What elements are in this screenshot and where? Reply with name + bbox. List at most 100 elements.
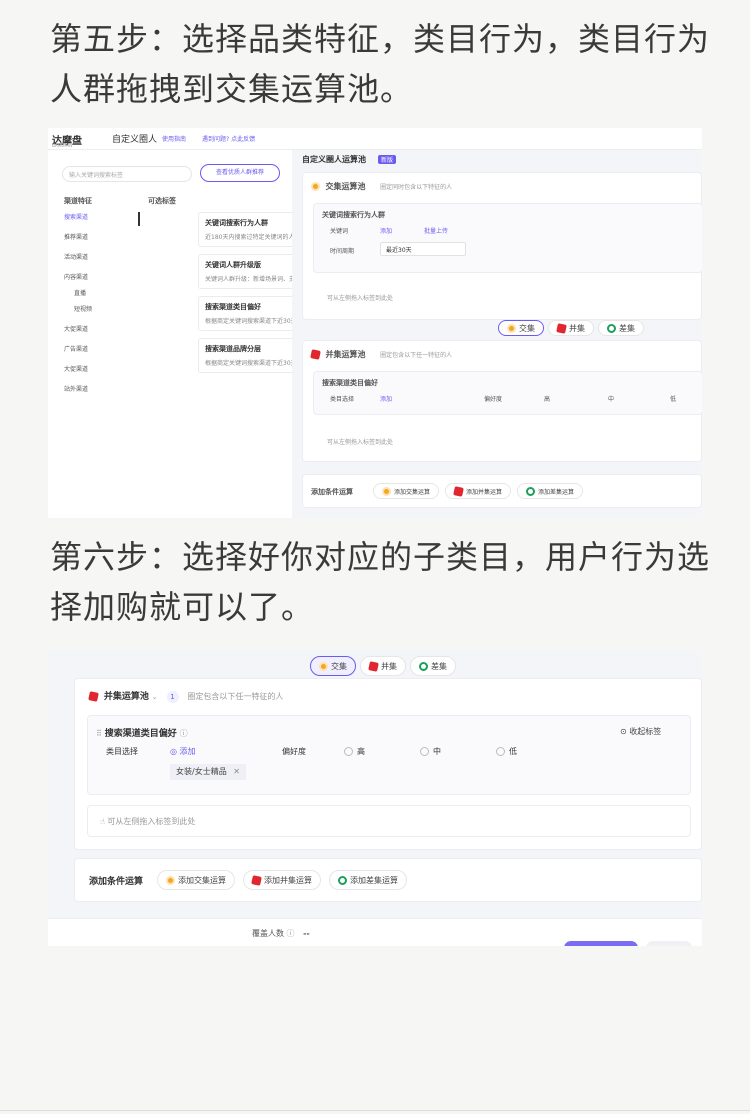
- channel-item[interactable]: 大促渠道: [64, 324, 88, 333]
- add-intersect-button[interactable]: 添加交集运算: [373, 483, 440, 499]
- nav-help-link[interactable]: 使用指南: [162, 134, 186, 143]
- op-tabs: 交集 并集 差集: [498, 320, 644, 338]
- help-icon[interactable]: ⓘ: [180, 729, 188, 738]
- category-label: 类目选择: [330, 396, 355, 403]
- channel-item[interactable]: 直播: [74, 288, 86, 297]
- category-chip-label: 女装/女士精品: [176, 767, 227, 776]
- preference-label: 偏好度: [282, 747, 306, 756]
- nav-title: 自定义圈人: [112, 135, 158, 145]
- secondary-button[interactable]: [646, 941, 692, 946]
- add-condition-label: 添加条件运算: [89, 877, 144, 887]
- help-icon[interactable]: ⓘ: [287, 929, 295, 938]
- preference-low: 低: [509, 747, 517, 756]
- preference-high: 高: [357, 747, 365, 756]
- preference-high[interactable]: 高: [544, 394, 550, 403]
- footer-bar: 覆盖人数 ⓘ --: [48, 918, 702, 946]
- union-pool-hint: 圈定包含以下任一特征的人: [187, 692, 284, 701]
- channel-item[interactable]: 广告渠道: [64, 344, 88, 353]
- add-circle-icon[interactable]: ◎: [170, 747, 177, 756]
- tab-union[interactable]: 并集: [548, 320, 594, 336]
- collapse-icon[interactable]: ⊙: [620, 727, 627, 736]
- add-union-button[interactable]: 添加并集运算: [243, 870, 321, 890]
- drop-zone[interactable]: ☝ 可从左侧拖入标签到此处: [87, 805, 691, 837]
- intersect-pool: 交集运算池 圈定同时包含以下特征的人 关键词搜索行为人群 关键词 添加 批量上传…: [302, 172, 702, 320]
- drag-icon: ☝: [100, 817, 105, 826]
- union-pool-title: 并集运算池: [325, 350, 366, 359]
- intersect-pool-title: 交集运算池: [325, 182, 366, 191]
- drag-hint: 可从左侧拖入标签到此处: [107, 817, 196, 826]
- step5-heading: 第五步：选择品类特征，类目行为，类目行为人群拖拽到交集运算池。: [50, 20, 711, 108]
- union-pool: 并集运算池 圈定包含以下任一特征的人 搜索渠道类目偏好 类目选择 添加 偏好度 …: [302, 340, 702, 462]
- preference-mid: 中: [433, 747, 441, 756]
- channel-item[interactable]: 内容渠道: [64, 272, 88, 281]
- keyword-tag-title: 关键词搜索行为人群: [322, 211, 385, 219]
- op-tabs-2: 交集 并集 差集: [310, 656, 456, 676]
- tab-intersect[interactable]: 交集: [498, 320, 544, 336]
- top-nav: 达摩盘 DAMOPAN 自定义圈人 使用指南 遇到问题? 点此反馈: [48, 128, 702, 150]
- channel-item[interactable]: 推荐渠道: [64, 232, 88, 241]
- union-pool-title: 并集运算池: [103, 692, 149, 702]
- nav-feedback-link[interactable]: 遇到问题? 点此反馈: [202, 134, 255, 143]
- preference-low[interactable]: 低: [670, 394, 676, 403]
- tab-difference[interactable]: 差集: [598, 320, 644, 336]
- radio-mid[interactable]: [420, 747, 429, 756]
- keyword-label: 关键词: [330, 228, 349, 235]
- add-condition-bar: 添加条件运算 添加交集运算 添加并集运算 添加差集运算: [302, 474, 702, 508]
- category-chip[interactable]: 女装/女士精品 ✕: [170, 764, 246, 780]
- step6-heading: 第六步：选择好你对应的子类目，用户行为选择加购就可以了。: [50, 538, 711, 626]
- union-count-badge: 1: [166, 691, 179, 703]
- add-difference-button[interactable]: 添加差集运算: [329, 870, 407, 890]
- union-icon: [310, 349, 321, 360]
- channel-divider: [138, 212, 140, 226]
- channel-col-title: 渠道特征: [64, 197, 92, 205]
- chevron-down-icon[interactable]: ⌄: [152, 693, 158, 701]
- keyword-upload-button[interactable]: 批量上传: [424, 226, 448, 235]
- category-tag-title: 搜索渠道类目偏好: [104, 729, 177, 739]
- add-intersect-button[interactable]: 添加交集运算: [157, 870, 235, 890]
- drag-handle-icon[interactable]: ⠿: [96, 729, 102, 738]
- keyword-add-button[interactable]: 添加: [380, 226, 392, 235]
- tab-difference[interactable]: 差集: [410, 656, 456, 676]
- tab-union[interactable]: 并集: [360, 656, 406, 676]
- bottom-divider: [0, 1110, 750, 1111]
- tab-intersect[interactable]: 交集: [310, 656, 356, 676]
- preference-label: 偏好度: [484, 396, 503, 403]
- intersect-icon: [311, 182, 320, 191]
- channel-item[interactable]: 搜索渠道: [64, 212, 88, 221]
- union-pool: 并集运算池 ⌄ 1 圈定包含以下任一特征的人 ⠿ 搜索渠道类目偏好 ⓘ ⊙ 收起…: [74, 678, 702, 850]
- channel-item[interactable]: 活动渠道: [64, 252, 88, 261]
- union-icon: [88, 691, 99, 702]
- union-pool-hint: 圈定包含以下任一特征的人: [380, 352, 453, 359]
- screenshot-intersect-pool: 达摩盘 DAMOPAN 自定义圈人 使用指南 遇到问题? 点此反馈 输入关键词搜…: [48, 128, 702, 518]
- collapse-button[interactable]: 收起标签: [629, 727, 661, 736]
- preference-mid[interactable]: 中: [608, 394, 614, 403]
- tag-col-title: 可选标签: [148, 197, 176, 205]
- category-label: 类目选择: [106, 747, 138, 756]
- radio-high[interactable]: [344, 747, 353, 756]
- time-label: 时间周期: [330, 248, 355, 255]
- add-condition-bar: 添加条件运算 添加交集运算 添加并集运算 添加差集运算: [74, 858, 702, 902]
- add-condition-label: 添加条件运算: [311, 488, 353, 496]
- channel-item[interactable]: 大促渠道: [64, 364, 88, 373]
- radio-low[interactable]: [496, 747, 505, 756]
- channel-item[interactable]: 站外渠道: [64, 384, 88, 393]
- category-tag-title: 搜索渠道类目偏好: [322, 379, 378, 387]
- recommend-button[interactable]: 查看优质人群推荐: [200, 164, 280, 182]
- time-select[interactable]: 最近30天: [380, 242, 466, 256]
- pool-title: 自定义圈人运算池: [302, 155, 366, 164]
- add-union-button[interactable]: 添加并集运算: [445, 483, 512, 499]
- drag-hint: 可从左侧拖入标签到此处: [327, 295, 394, 302]
- intersect-pool-hint: 圈定同时包含以下特征的人: [380, 184, 453, 191]
- logo-sub: DAMOPAN: [52, 143, 73, 148]
- screenshot-union-pool: 交集 并集 差集 并集运算池 ⌄ 1 圈定包含以下任一特征的人 ⠿ 搜索渠道类目…: [48, 650, 702, 946]
- pool-badge: 新版: [378, 155, 397, 164]
- category-tag-box: ⠿ 搜索渠道类目偏好 ⓘ ⊙ 收起标签 类目选择 ◎ 添加 偏好度 高 中 低 …: [87, 715, 691, 795]
- primary-button[interactable]: [564, 941, 638, 946]
- drag-hint-2: 可从左侧拖入标签到此处: [327, 439, 394, 446]
- add-difference-button[interactable]: 添加差集运算: [517, 483, 584, 499]
- channel-item[interactable]: 短视频: [74, 304, 92, 313]
- category-add-button[interactable]: 添加: [380, 394, 392, 403]
- category-add-button[interactable]: 添加: [180, 747, 196, 756]
- search-input[interactable]: 输入关键词搜索标签: [62, 166, 192, 182]
- close-icon[interactable]: ✕: [233, 767, 240, 776]
